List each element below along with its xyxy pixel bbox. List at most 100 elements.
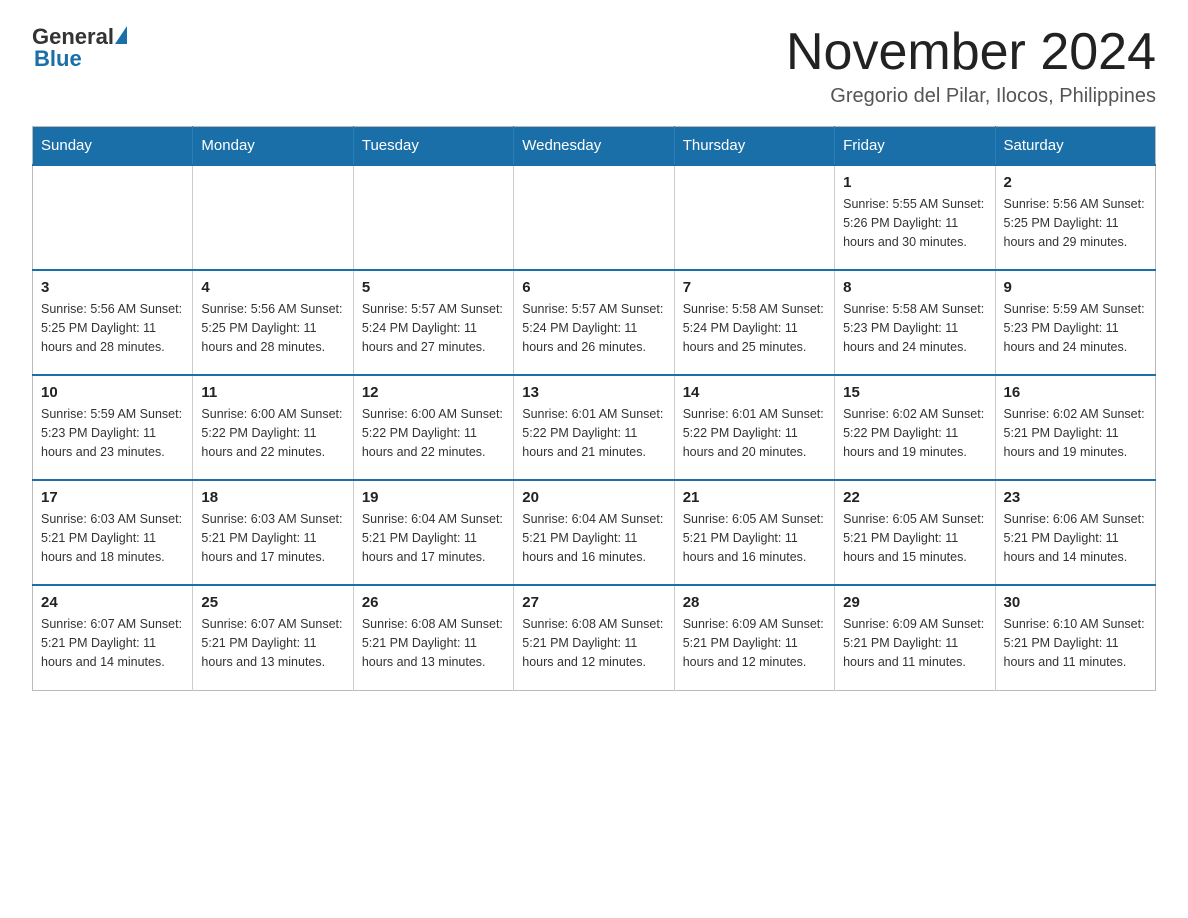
calendar-cell: 20 Sunrise: 6:04 AM Sunset: 5:21 PM Dayli… (514, 480, 674, 585)
calendar-cell: 15 Sunrise: 6:02 AM Sunset: 5:22 PM Dayli… (835, 375, 995, 480)
day-number: 7 (683, 279, 826, 296)
day-sun-info: Sunrise: 6:02 AM Sunset: 5:21 PM Dayligh… (1004, 405, 1147, 461)
calendar-cell: 26 Sunrise: 6:08 AM Sunset: 5:21 PM Dayli… (353, 585, 513, 690)
day-number: 8 (843, 279, 986, 296)
day-of-week-wednesday: Wednesday (514, 127, 674, 166)
day-sun-info: Sunrise: 6:08 AM Sunset: 5:21 PM Dayligh… (362, 615, 505, 671)
calendar-cell: 22 Sunrise: 6:05 AM Sunset: 5:21 PM Dayli… (835, 480, 995, 585)
calendar-cell (193, 165, 353, 270)
day-sun-info: Sunrise: 6:08 AM Sunset: 5:21 PM Dayligh… (522, 615, 665, 671)
day-number: 18 (201, 489, 344, 506)
day-number: 2 (1004, 174, 1147, 191)
calendar-cell: 1 Sunrise: 5:55 AM Sunset: 5:26 PM Daylig… (835, 165, 995, 270)
calendar-header: SundayMondayTuesdayWednesdayThursdayFrid… (33, 127, 1156, 166)
day-number: 4 (201, 279, 344, 296)
calendar-week-2: 3Sunrise: 5:56 AM Sunset: 5:25 PM Daylig… (33, 270, 1156, 375)
calendar-cell: 19 Sunrise: 6:04 AM Sunset: 5:21 PM Dayli… (353, 480, 513, 585)
day-of-week-saturday: Saturday (995, 127, 1155, 166)
day-sun-info: Sunrise: 5:59 AM Sunset: 5:23 PM Dayligh… (41, 405, 184, 461)
calendar-cell: 3Sunrise: 5:56 AM Sunset: 5:25 PM Daylig… (33, 270, 193, 375)
days-of-week-row: SundayMondayTuesdayWednesdayThursdayFrid… (33, 127, 1156, 166)
calendar-cell: 25Sunrise: 6:07 AM Sunset: 5:21 PM Dayli… (193, 585, 353, 690)
calendar-cell: 13 Sunrise: 6:01 AM Sunset: 5:22 PM Dayli… (514, 375, 674, 480)
day-sun-info: Sunrise: 6:06 AM Sunset: 5:21 PM Dayligh… (1004, 510, 1147, 566)
day-sun-info: Sunrise: 6:07 AM Sunset: 5:21 PM Dayligh… (41, 615, 184, 671)
day-number: 5 (362, 279, 505, 296)
calendar-week-4: 17 Sunrise: 6:03 AM Sunset: 5:21 PM Dayli… (33, 480, 1156, 585)
day-sun-info: Sunrise: 6:09 AM Sunset: 5:21 PM Dayligh… (683, 615, 826, 671)
calendar-cell (353, 165, 513, 270)
day-number: 24 (41, 594, 184, 611)
day-of-week-monday: Monday (193, 127, 353, 166)
day-number: 15 (843, 384, 986, 401)
calendar-cell: 6Sunrise: 5:57 AM Sunset: 5:24 PM Daylig… (514, 270, 674, 375)
calendar-cell (33, 165, 193, 270)
day-of-week-tuesday: Tuesday (353, 127, 513, 166)
day-sun-info: Sunrise: 6:01 AM Sunset: 5:22 PM Dayligh… (522, 405, 665, 461)
calendar-week-3: 10 Sunrise: 5:59 AM Sunset: 5:23 PM Dayli… (33, 375, 1156, 480)
calendar-body: 1 Sunrise: 5:55 AM Sunset: 5:26 PM Daylig… (33, 165, 1156, 690)
day-number: 25 (201, 594, 344, 611)
day-sun-info: Sunrise: 6:04 AM Sunset: 5:21 PM Dayligh… (362, 510, 505, 566)
day-number: 14 (683, 384, 826, 401)
day-sun-info: Sunrise: 5:56 AM Sunset: 5:25 PM Dayligh… (1004, 195, 1147, 251)
calendar-cell: 4Sunrise: 5:56 AM Sunset: 5:25 PM Daylig… (193, 270, 353, 375)
calendar-cell: 11 Sunrise: 6:00 AM Sunset: 5:22 PM Dayli… (193, 375, 353, 480)
calendar-cell: 28 Sunrise: 6:09 AM Sunset: 5:21 PM Dayli… (674, 585, 834, 690)
calendar-cell: 8 Sunrise: 5:58 AM Sunset: 5:23 PM Daylig… (835, 270, 995, 375)
calendar-cell: 23 Sunrise: 6:06 AM Sunset: 5:21 PM Dayli… (995, 480, 1155, 585)
day-number: 19 (362, 489, 505, 506)
day-number: 6 (522, 279, 665, 296)
day-number: 11 (201, 384, 344, 401)
calendar-cell: 18Sunrise: 6:03 AM Sunset: 5:21 PM Dayli… (193, 480, 353, 585)
title-section: November 2024 Gregorio del Pilar, Ilocos… (786, 24, 1156, 108)
calendar-cell: 2 Sunrise: 5:56 AM Sunset: 5:25 PM Daylig… (995, 165, 1155, 270)
page-header: General Blue November 2024 Gregorio del … (32, 24, 1156, 108)
calendar-cell: 29Sunrise: 6:09 AM Sunset: 5:21 PM Dayli… (835, 585, 995, 690)
logo-text-blue: Blue (34, 46, 82, 72)
day-sun-info: Sunrise: 5:58 AM Sunset: 5:23 PM Dayligh… (843, 300, 986, 356)
calendar-cell (514, 165, 674, 270)
day-sun-info: Sunrise: 6:05 AM Sunset: 5:21 PM Dayligh… (683, 510, 826, 566)
day-of-week-sunday: Sunday (33, 127, 193, 166)
calendar-week-1: 1 Sunrise: 5:55 AM Sunset: 5:26 PM Daylig… (33, 165, 1156, 270)
day-sun-info: Sunrise: 5:55 AM Sunset: 5:26 PM Dayligh… (843, 195, 986, 251)
calendar-cell: 17 Sunrise: 6:03 AM Sunset: 5:21 PM Dayli… (33, 480, 193, 585)
day-sun-info: Sunrise: 5:56 AM Sunset: 5:25 PM Dayligh… (41, 300, 184, 356)
day-sun-info: Sunrise: 6:03 AM Sunset: 5:21 PM Dayligh… (41, 510, 184, 566)
calendar-cell: 9 Sunrise: 5:59 AM Sunset: 5:23 PM Daylig… (995, 270, 1155, 375)
day-number: 21 (683, 489, 826, 506)
day-of-week-thursday: Thursday (674, 127, 834, 166)
location-subtitle: Gregorio del Pilar, Ilocos, Philippines (786, 85, 1156, 108)
calendar-cell (674, 165, 834, 270)
day-sun-info: Sunrise: 6:05 AM Sunset: 5:21 PM Dayligh… (843, 510, 986, 566)
calendar-table: SundayMondayTuesdayWednesdayThursdayFrid… (32, 126, 1156, 691)
day-number: 28 (683, 594, 826, 611)
day-sun-info: Sunrise: 5:57 AM Sunset: 5:24 PM Dayligh… (362, 300, 505, 356)
day-sun-info: Sunrise: 6:04 AM Sunset: 5:21 PM Dayligh… (522, 510, 665, 566)
calendar-cell: 24 Sunrise: 6:07 AM Sunset: 5:21 PM Dayli… (33, 585, 193, 690)
logo-triangle-icon (115, 26, 127, 44)
calendar-week-5: 24 Sunrise: 6:07 AM Sunset: 5:21 PM Dayli… (33, 585, 1156, 690)
day-sun-info: Sunrise: 6:00 AM Sunset: 5:22 PM Dayligh… (201, 405, 344, 461)
day-number: 23 (1004, 489, 1147, 506)
day-number: 1 (843, 174, 986, 191)
day-sun-info: Sunrise: 6:02 AM Sunset: 5:22 PM Dayligh… (843, 405, 986, 461)
month-title: November 2024 (786, 24, 1156, 81)
day-number: 22 (843, 489, 986, 506)
day-number: 13 (522, 384, 665, 401)
day-number: 16 (1004, 384, 1147, 401)
day-number: 26 (362, 594, 505, 611)
day-number: 10 (41, 384, 184, 401)
day-sun-info: Sunrise: 6:00 AM Sunset: 5:22 PM Dayligh… (362, 405, 505, 461)
day-sun-info: Sunrise: 5:58 AM Sunset: 5:24 PM Dayligh… (683, 300, 826, 356)
day-number: 17 (41, 489, 184, 506)
day-number: 12 (362, 384, 505, 401)
day-number: 9 (1004, 279, 1147, 296)
day-sun-info: Sunrise: 5:59 AM Sunset: 5:23 PM Dayligh… (1004, 300, 1147, 356)
calendar-cell: 21 Sunrise: 6:05 AM Sunset: 5:21 PM Dayli… (674, 480, 834, 585)
day-sun-info: Sunrise: 6:09 AM Sunset: 5:21 PM Dayligh… (843, 615, 986, 671)
day-number: 20 (522, 489, 665, 506)
calendar-cell: 5 Sunrise: 5:57 AM Sunset: 5:24 PM Daylig… (353, 270, 513, 375)
calendar-cell: 10 Sunrise: 5:59 AM Sunset: 5:23 PM Dayli… (33, 375, 193, 480)
